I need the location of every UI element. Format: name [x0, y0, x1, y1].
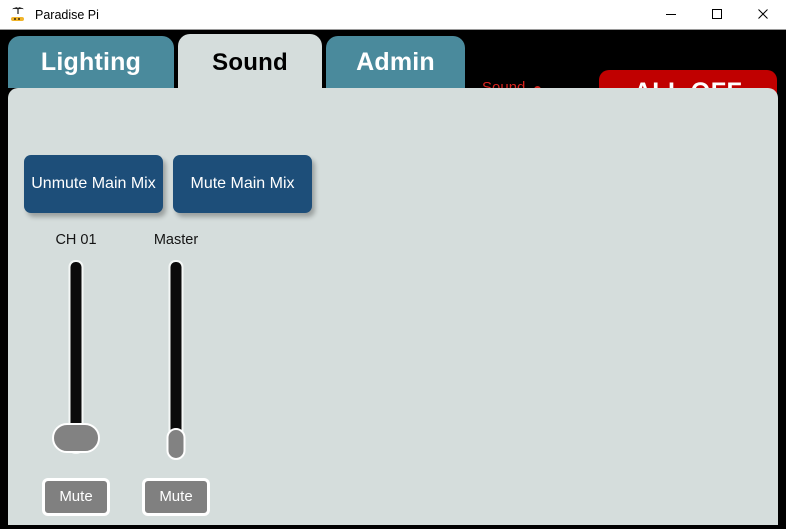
close-icon [758, 9, 768, 19]
maximize-icon [712, 9, 722, 19]
title-bar-left: Paradise Pi [0, 0, 648, 29]
mute-main-mix-label: Mute Main Mix [190, 175, 295, 192]
mute-button-ch01-label: Mute [59, 488, 93, 505]
sand-dot [14, 17, 16, 20]
tab-sound[interactable]: Sound [178, 34, 322, 92]
mute-button-master[interactable]: Mute [142, 477, 210, 516]
application-window: Paradise Pi Lighting Sound Admin Unmute … [0, 0, 786, 529]
unmute-main-mix-button[interactable]: Unmute Main Mix [24, 155, 163, 213]
channel-label-master: Master [153, 232, 199, 248]
window-controls [648, 0, 786, 30]
tab-lighting[interactable]: Lighting [8, 36, 174, 88]
fader-thumb-master[interactable] [166, 427, 186, 460]
tab-strip: Lighting Sound Admin Sound ALL OFF [0, 30, 786, 115]
tab-lighting-label: Lighting [40, 47, 142, 76]
application-body: Lighting Sound Admin Sound ALL OFF Unmut… [0, 30, 786, 529]
tab-admin[interactable]: Admin [326, 36, 465, 88]
minimize-button[interactable] [648, 0, 694, 29]
minimize-icon [666, 14, 676, 15]
channel-label-ch01: CH 01 [55, 232, 97, 248]
title-bar: Paradise Pi [0, 0, 786, 30]
palm-tree-icon [9, 6, 27, 24]
sound-panel: Unmute Main Mix Mute Main Mix CH 01 Mute [8, 88, 778, 525]
fader-thumb-ch01[interactable] [52, 422, 100, 453]
tab-admin-label: Admin [356, 47, 435, 76]
palm-fronds-icon [12, 6, 24, 14]
maximize-button[interactable] [694, 0, 740, 29]
channel-strip-master: Master Mute [126, 233, 226, 516]
mute-main-mix-button[interactable]: Mute Main Mix [173, 155, 312, 213]
mute-button-master-label: Mute [159, 488, 193, 505]
tab-sound-label: Sound [212, 49, 288, 76]
channel-strip-ch01: CH 01 Mute [26, 233, 126, 516]
close-button[interactable] [740, 0, 786, 29]
sand-dot [18, 17, 20, 20]
fader-ch01[interactable] [26, 259, 126, 470]
fader-master[interactable] [126, 259, 226, 470]
fader-track-master[interactable] [168, 259, 184, 454]
window-title: Paradise Pi [35, 7, 99, 22]
mute-button-ch01[interactable]: Mute [42, 477, 110, 516]
unmute-main-mix-label: Unmute Main Mix [31, 175, 156, 192]
